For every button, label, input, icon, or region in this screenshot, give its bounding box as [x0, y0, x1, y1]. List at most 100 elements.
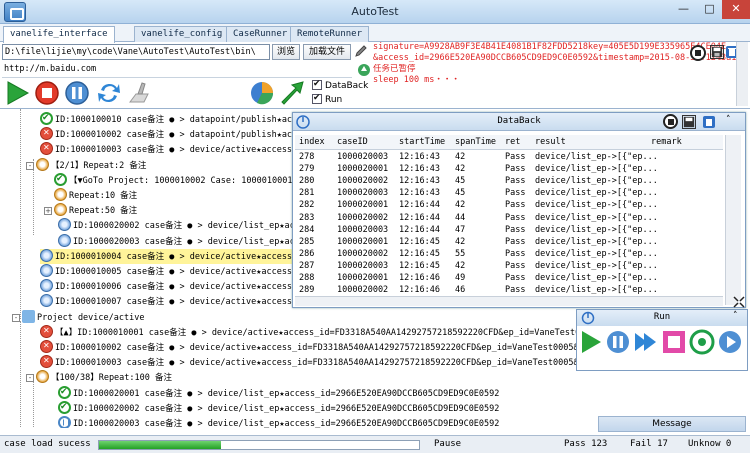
pause-icon[interactable]: [605, 329, 631, 355]
databack-checkbox[interactable]: DataBack: [312, 79, 368, 92]
play-icon[interactable]: [579, 329, 603, 355]
save-icon[interactable]: [710, 45, 724, 59]
stop-log-icon[interactable]: [690, 45, 706, 61]
tree-row[interactable]: ID:1000020001 case备注 ● > device/list_ep★…: [58, 385, 499, 401]
next-step-icon[interactable]: [633, 329, 659, 355]
close-button[interactable]: ✕: [722, 0, 750, 19]
up-arrow-icon[interactable]: [358, 64, 370, 76]
databack-vscrollbar[interactable]: [725, 135, 741, 305]
tree-row[interactable]: ID:1000010005 case备注 ● > device/active★a…: [40, 264, 307, 279]
tree-row[interactable]: ID:1000010003 case备注 ● > device/active★a…: [40, 353, 614, 370]
table-cell: 12:16:45: [399, 260, 440, 271]
collapse-up-icon[interactable]: ˄: [733, 311, 738, 321]
minimize-button[interactable]: —: [670, 0, 697, 19]
run-checkbox[interactable]: Run: [312, 93, 342, 106]
tree-row[interactable]: ID:1000020003 case备注 ● > device/list_ep★…: [58, 233, 331, 249]
table-row[interactable]: 280 1000020002 12:16:43 45 Pass device/list_e…: [295, 175, 723, 188]
table-row[interactable]: 284 1000020003 12:16:44 47 Pass device/list_e…: [295, 224, 723, 237]
collapse-icon[interactable]: -: [26, 374, 34, 383]
tab-caserunner[interactable]: CaseRunner: [226, 26, 295, 42]
tree-row-label: Repeat:10 备注: [69, 191, 138, 201]
table-row[interactable]: 278 1000020003 12:16:43 42 Pass device/list_e…: [295, 151, 723, 164]
path-input[interactable]: D:\file\lijie\my\code\Vane\AutoTest\Auto…: [2, 44, 270, 60]
pie-chart-icon[interactable]: [249, 80, 275, 106]
collapse-icon[interactable]: -: [12, 313, 20, 322]
tab-vanelife-config[interactable]: vanelife_config: [134, 26, 230, 42]
run-state: Pause: [434, 439, 462, 449]
table-row[interactable]: 286 1000020002 12:16:45 55 Pass device/list_e…: [295, 248, 723, 261]
tab-vanelife-interface[interactable]: vanelife_interface: [3, 26, 115, 43]
table-cell: 279: [299, 164, 315, 175]
table-cell: 42: [455, 260, 466, 271]
tree-row[interactable]: Repeat:10 备注: [54, 188, 137, 203]
edit-icon[interactable]: [354, 44, 368, 58]
column-header[interactable]: spanTime: [455, 136, 496, 149]
message-panel-title[interactable]: Message: [598, 416, 746, 432]
table-cell: 288: [299, 273, 315, 283]
stop-icon[interactable]: [34, 80, 60, 106]
checkbox-checked-icon: [312, 79, 322, 90]
collapse-icon[interactable]: -: [26, 161, 34, 170]
table-row[interactable]: 289 1000020002 12:16:46 46 Pass device/list_e…: [295, 284, 723, 297]
tree-row[interactable]: ID:1000010002 case备注 ● > device/active★a…: [40, 338, 615, 355]
tree-row[interactable]: - Project device/active: [12, 309, 144, 325]
tree-row[interactable]: - 【2/1】Repeat:2 备注: [26, 157, 147, 173]
column-header[interactable]: ret: [505, 136, 520, 149]
power-icon[interactable]: [581, 311, 595, 325]
tab-bar: vanelife_interface vanelife_config CaseR…: [0, 24, 750, 43]
column-header[interactable]: remark: [651, 136, 682, 149]
load-file-button[interactable]: 加载文件: [303, 44, 351, 60]
tree-row[interactable]: ID:1000010007 case备注 ● > device/active★a…: [40, 294, 307, 309]
tree-row[interactable]: ID:1000020002 case备注 ● > device/list_ep★…: [58, 400, 499, 416]
stop-square-icon[interactable]: [661, 329, 687, 355]
forward-icon[interactable]: [717, 329, 743, 355]
table-cell: Pass: [505, 212, 526, 223]
tree-row-label: ID:1000010002 case备注 ● > device/active★a…: [55, 343, 615, 353]
clear-icon[interactable]: [126, 80, 152, 106]
table-cell: 12:16:45: [399, 248, 440, 259]
column-header[interactable]: startTime: [399, 136, 445, 149]
tree-row-label: 【2/1】Repeat:2 备注: [51, 160, 147, 171]
stop-icon[interactable]: [663, 114, 678, 129]
tree-row[interactable]: ID:1000100010 case备注 ● > datapoint/publi…: [40, 111, 328, 127]
column-header[interactable]: result: [535, 136, 566, 149]
tree-row[interactable]: 【▲】ID:1000010001 case备注 ● > device/activ…: [40, 323, 637, 340]
log-scrollbar[interactable]: [736, 42, 748, 106]
tree-row[interactable]: ID:1000020003 case备注 ● > device/list_ep★…: [58, 415, 499, 428]
databack-hscrollbar[interactable]: [295, 296, 723, 306]
pause-icon[interactable]: [64, 80, 90, 106]
table-row[interactable]: 279 1000020001 12:16:43 42 Pass device/list_e…: [295, 163, 723, 176]
table-row[interactable]: 282 1000020001 12:16:44 42 Pass device/list_e…: [295, 199, 723, 212]
tree-row[interactable]: 【▼GoTo Project: 1000010002 Case: 1000010…: [54, 172, 306, 188]
tab-remoterunner[interactable]: RemoteRunner: [290, 26, 370, 42]
collapse-up-icon[interactable]: ˄: [726, 115, 731, 125]
table-row[interactable]: 281 1000020003 12:16:43 45 Pass device/list_e…: [295, 187, 723, 200]
table-cell: device/list_ep->[{"ep...: [535, 236, 658, 247]
table-row[interactable]: 285 1000020001 12:16:45 42 Pass device/list_e…: [295, 236, 723, 249]
url-input[interactable]: http://m.baidu.com: [2, 62, 352, 78]
column-header[interactable]: index: [299, 136, 325, 149]
refresh-icon[interactable]: [96, 80, 122, 106]
browse-button[interactable]: 浏览: [272, 44, 300, 60]
save-icon[interactable]: [682, 115, 696, 129]
table-row[interactable]: 287 1000020003 12:16:45 42 Pass device/list_e…: [295, 260, 723, 273]
expand-icon[interactable]: +: [44, 207, 52, 216]
tree-row[interactable]: ID:1000010003 case备注 ● > device/active★a…: [40, 140, 307, 157]
tree-row[interactable]: ID:1000010006 case备注 ● > device/active★a…: [40, 279, 307, 294]
table-row[interactable]: 283 1000020002 12:16:44 44 Pass device/list_e…: [295, 212, 723, 225]
export-arrow-icon[interactable]: [279, 80, 305, 106]
resize-icon[interactable]: [733, 296, 745, 308]
databack-titlebar: DataBack ˄: [293, 113, 745, 131]
tree-row[interactable]: - 【100/38】Repeat:100 备注: [26, 370, 172, 385]
play-icon[interactable]: [4, 80, 30, 106]
tree-row[interactable]: + Repeat:50 备注: [44, 203, 137, 218]
tree-row[interactable]: ID:1000010004 case备注 ● > device/active★a…: [40, 248, 308, 264]
column-header[interactable]: caseID: [337, 136, 368, 149]
table-row[interactable]: 288 1000020001 12:16:46 49 Pass device/list_e…: [295, 272, 723, 285]
record-icon[interactable]: [689, 329, 715, 355]
tree-row[interactable]: ID:1000020002 case备注 ● > device/list_ep★…: [58, 218, 331, 233]
tree-row[interactable]: ID:1000010002 case备注 ● > datapoint/publi…: [40, 125, 328, 142]
delete-icon[interactable]: [702, 115, 716, 129]
rep-status-icon: [36, 370, 49, 384]
maximize-button[interactable]: □: [696, 0, 723, 19]
